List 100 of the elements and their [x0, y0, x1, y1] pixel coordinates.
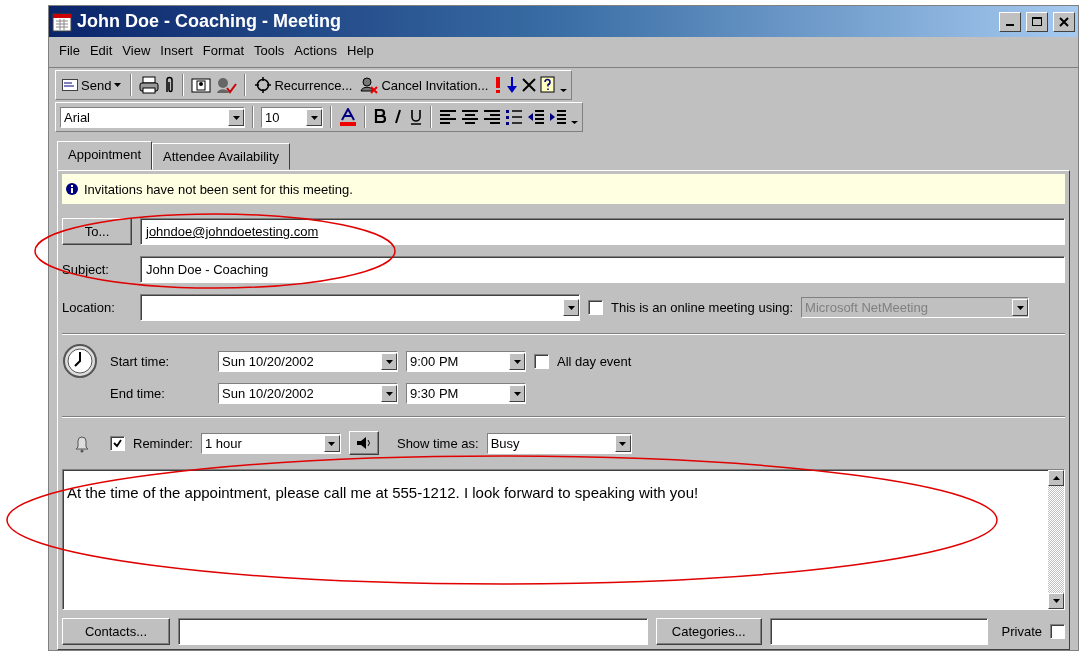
maximize-button[interactable]	[1026, 11, 1048, 32]
dropdown-button[interactable]	[228, 108, 244, 126]
email-address[interactable]: johndoe@johndoetesting.com	[146, 224, 319, 239]
caret-icon	[512, 390, 522, 397]
align-left-icon[interactable]	[439, 108, 457, 126]
caret-icon	[512, 357, 522, 365]
check-mark-icon	[113, 438, 122, 448]
close-button[interactable]	[1053, 11, 1075, 32]
time-dropdown[interactable]: 9:00 PM	[406, 350, 526, 372]
show-time-as-label: Show time as:	[396, 435, 479, 451]
bell-icon	[73, 433, 91, 453]
show-time-as-dropdown[interactable]: Busy	[486, 432, 632, 454]
minimize-icon	[1006, 24, 1014, 26]
decrease-indent-icon[interactable]	[527, 108, 545, 126]
menu-item[interactable]: View	[122, 43, 151, 61]
notes-area[interactable]: At the time of the appointment, please call me at 555-1212. I look forward to speaking with you!	[62, 469, 1065, 610]
menu-item[interactable]: Actions	[294, 43, 337, 61]
date-dropdown[interactable]: Sun 10/20/2002	[218, 350, 398, 372]
to-field[interactable]: johndoe@johndoetesting.com	[140, 218, 1065, 245]
recurrence-icon	[255, 77, 272, 93]
scroll-bar[interactable]	[1048, 470, 1064, 609]
checkbox[interactable]	[110, 435, 125, 451]
window-title: John Doe - Coaching - Meeting	[77, 11, 342, 32]
caret-icon	[1015, 304, 1025, 311]
minimize-button[interactable]	[999, 11, 1021, 32]
checkbox[interactable]	[1050, 624, 1065, 639]
caret-icon	[566, 304, 576, 311]
caret-icon	[384, 357, 394, 365]
dropdown-button[interactable]	[509, 352, 525, 370]
time-dropdown[interactable]: 9:30 PM	[406, 383, 526, 404]
low-importance-icon[interactable]	[506, 76, 519, 94]
speaker-icon	[355, 436, 372, 450]
close-icon	[1059, 16, 1069, 27]
to-button[interactable]: To...	[62, 218, 132, 245]
date-dropdown[interactable]: Sun 10/20/2002	[218, 383, 398, 404]
name-check-icon[interactable]	[215, 76, 238, 94]
delete-icon[interactable]	[522, 78, 537, 92]
reminder-dropdown[interactable]: 1 hour	[200, 432, 341, 454]
printer-icon[interactable]	[139, 76, 160, 94]
categories-field[interactable]	[769, 618, 988, 645]
menu-item[interactable]: Tools	[254, 43, 285, 61]
paperclip-icon[interactable]	[163, 76, 176, 94]
dropdown-button[interactable]	[381, 385, 397, 402]
contacts-button[interactable]: Contacts...	[62, 618, 170, 645]
location-label: Location:	[62, 300, 116, 315]
font-size-dropdown[interactable]: 10	[261, 106, 323, 128]
caret-icon	[231, 113, 241, 121]
help-icon[interactable]	[540, 76, 557, 94]
tab[interactable]: Attendee Availability	[152, 143, 291, 170]
dropdown-button[interactable]	[323, 434, 340, 452]
info-icon	[66, 183, 78, 195]
dropdown-button[interactable]	[614, 434, 631, 452]
increase-indent-icon[interactable]	[549, 108, 567, 126]
checkbox[interactable]	[534, 353, 549, 369]
reminder-label: Reminder:	[133, 435, 193, 451]
envelope-icon	[62, 79, 78, 91]
location-field[interactable]	[140, 294, 580, 321]
online-meeting-label: This is an online meeting using:	[611, 300, 794, 315]
info-message: Invitations have not been sent for this meeting.	[84, 181, 353, 197]
bullet-list-icon[interactable]	[505, 108, 523, 126]
subject-field[interactable]: John Doe - Coaching	[140, 256, 1065, 283]
caret-icon	[327, 439, 337, 447]
start-time-label: Start time:	[110, 353, 171, 369]
menu-item[interactable]: Edit	[89, 43, 113, 61]
scroll-down-icon	[1052, 599, 1060, 603]
recurrence-button[interactable]: Recurrence...	[253, 75, 355, 95]
address-book-icon[interactable]	[191, 76, 212, 94]
font-color-icon[interactable]	[339, 108, 357, 126]
clock-icon	[62, 343, 98, 379]
send-button[interactable]: Send	[60, 75, 124, 95]
tab[interactable]: Appointment	[57, 141, 152, 170]
dropdown-button[interactable]	[381, 352, 397, 370]
sound-button[interactable]	[348, 431, 379, 455]
scroll-up-icon	[1052, 476, 1060, 480]
categories-button[interactable]: Categories...	[655, 618, 762, 645]
bold-icon[interactable]	[373, 108, 387, 126]
menu-item[interactable]: Insert	[160, 43, 193, 61]
menu-item[interactable]: Format	[202, 43, 244, 61]
dropdown-button[interactable]	[306, 108, 322, 126]
dropdown-button[interactable]	[509, 385, 525, 402]
menu-item[interactable]: File	[59, 43, 80, 61]
caret-icon	[384, 390, 394, 397]
calendar-icon	[52, 11, 72, 32]
dropdown-button[interactable]	[563, 299, 579, 316]
subject-label: Subject:	[62, 262, 110, 277]
end-time-label: End time:	[110, 386, 166, 401]
maximize-icon	[1032, 16, 1042, 27]
underline-icon[interactable]	[409, 108, 423, 126]
caret-icon	[618, 439, 628, 447]
all-day-label: All day event	[557, 353, 632, 369]
private-label: Private	[1001, 624, 1042, 639]
cancel-invitation-button[interactable]: Cancel Invitation...	[358, 74, 491, 96]
person-cross-icon	[360, 76, 379, 94]
notes-text: At the time of the appointment, please call me at 555-1212. I look forward to speaking with you!	[67, 484, 700, 501]
caret-icon	[114, 82, 122, 88]
align-right-icon[interactable]	[483, 108, 501, 126]
font-dropdown[interactable]: Arial	[60, 106, 245, 128]
contacts-field[interactable]	[177, 618, 648, 645]
menu-item[interactable]: Help	[347, 43, 374, 61]
align-center-icon[interactable]	[461, 108, 479, 126]
